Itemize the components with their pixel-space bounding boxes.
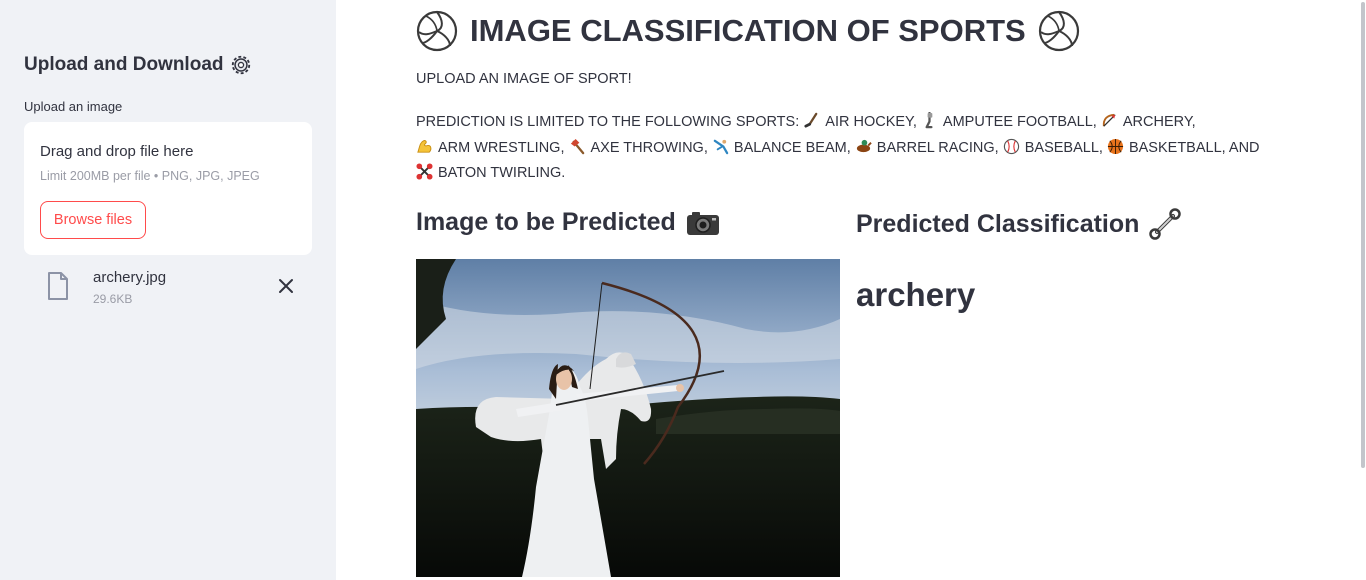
page-title-text: IMAGE CLASSIFICATION OF SPORTS (470, 13, 1026, 48)
uploaded-file-name: archery.jpg (93, 269, 167, 286)
horse-racing-icon (856, 139, 872, 152)
sport-item: ARCHERY, (1101, 113, 1196, 130)
archery-photo (416, 259, 840, 577)
sports-list-paragraph: PREDICTION IS LIMITED TO THE FOLLOWING S… (416, 110, 1266, 187)
sport-item: BATON TWIRLING. (416, 163, 566, 181)
sport-label: BASKETBALL, AND (1128, 139, 1260, 156)
flexed-biceps-icon (417, 139, 432, 153)
prediction-prefix: PREDICTION IS LIMITED TO THE FOLLOWING S… (416, 114, 800, 130)
gear-icon (231, 55, 250, 75)
sport-label: BATON TWIRLING. (438, 165, 566, 181)
prosthetic-leg-icon (925, 112, 933, 129)
sport-label: BASEBALL, (1024, 139, 1103, 156)
prediction-result: archery (856, 276, 976, 313)
sport-label: AXE THROWING, (590, 139, 708, 156)
scrollbar-thumb[interactable] (1361, 2, 1365, 468)
file-dropzone[interactable]: Drag and drop file here Limit 200MB per … (24, 122, 312, 255)
sport-item: AXE THROWING, (569, 138, 708, 156)
dropzone-text: Drag and drop file here (40, 143, 194, 160)
sport-label: AIR HOCKEY, (825, 114, 917, 130)
upload-label: Upload an image (24, 99, 123, 114)
sport-item: BARREL RACING, (855, 139, 999, 156)
sport-item: AMPUTEE FOOTBALL, (921, 112, 1097, 130)
dropzone-limit: Limit 200MB per file • PNG, JPG, JPEG (40, 169, 260, 183)
baton-icon (416, 163, 433, 180)
hockey-stick-icon (804, 112, 818, 128)
sport-item: AIR HOCKEY, (803, 112, 917, 130)
uploaded-file-row: archery.jpg 29.6KB (24, 262, 312, 312)
sidebar-title: Upload and Download (24, 54, 252, 76)
browse-files-button[interactable]: Browse files (40, 201, 146, 239)
sidebar: Upload and Download Upload an image Drag… (0, 0, 336, 580)
uploaded-image (416, 259, 840, 577)
intro-text: UPLOAD AN IMAGE OF SPORT! (416, 71, 632, 87)
sport-item: BALANCE BEAM, (712, 139, 851, 156)
volleyball-icon (416, 10, 458, 52)
sport-label: ARCHERY, (1122, 114, 1196, 130)
sport-label: AMPUTEE FOOTBALL, (942, 114, 1097, 130)
page-title: IMAGE CLASSIFICATION OF SPORTS (416, 8, 1080, 54)
sport-label: BARREL RACING, (876, 139, 999, 156)
sport-item: ARM WRESTLING, (416, 140, 564, 156)
image-heading-text: Image to be Predicted (416, 208, 676, 236)
cartwheel-icon (713, 139, 729, 154)
prediction-heading-text: Predicted Classification (856, 209, 1140, 238)
wrench-icon (1149, 208, 1182, 240)
camera-icon (686, 211, 719, 235)
sport-item: BASEBALL, (1003, 138, 1103, 156)
prediction-heading: Predicted Classification (856, 208, 1182, 240)
sidebar-title-text: Upload and Download (24, 54, 224, 75)
file-icon (48, 272, 68, 300)
volleyball-icon (1038, 10, 1079, 52)
uploaded-file-size: 29.6KB (93, 292, 133, 306)
close-icon[interactable] (276, 276, 296, 296)
axe-icon (570, 138, 584, 154)
basketball-icon (1107, 138, 1124, 154)
sport-label: BALANCE BEAM, (733, 139, 851, 156)
bow-and-arrow-icon (1102, 113, 1116, 127)
image-heading: Image to be Predicted (416, 208, 720, 237)
sport-item: BASKETBALL, AND (1107, 138, 1260, 156)
sport-label: ARM WRESTLING, (438, 139, 565, 156)
baseball-icon (1003, 138, 1019, 154)
